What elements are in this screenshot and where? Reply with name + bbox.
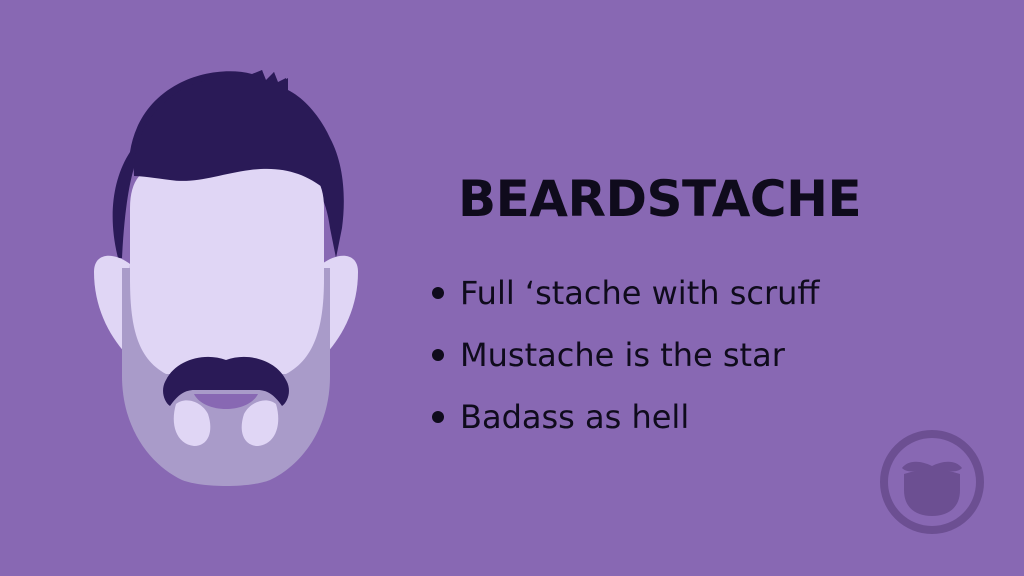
bullet-dot-icon — [432, 349, 444, 361]
hair-top-shape — [133, 70, 331, 190]
bullet-dot-icon — [432, 411, 444, 423]
slide: BEARDSTACHE Full ‘stache with scruff Mus… — [0, 0, 1024, 576]
beard-logo-icon — [880, 430, 984, 534]
bullet-dot-icon — [432, 287, 444, 299]
beardstache-face-icon — [94, 70, 358, 486]
bullet-text: Mustache is the star — [460, 336, 785, 374]
slide-title: BEARDSTACHE — [458, 170, 862, 228]
list-item: Badass as hell — [432, 386, 819, 448]
list-item: Mustache is the star — [432, 324, 819, 386]
bullet-text: Full ‘stache with scruff — [460, 274, 820, 312]
list-item: Full ‘stache with scruff — [432, 262, 819, 324]
bullet-text: Badass as hell — [460, 398, 690, 436]
bullet-list: Full ‘stache with scruff Mustache is the… — [432, 262, 819, 448]
face-shape — [130, 164, 324, 374]
